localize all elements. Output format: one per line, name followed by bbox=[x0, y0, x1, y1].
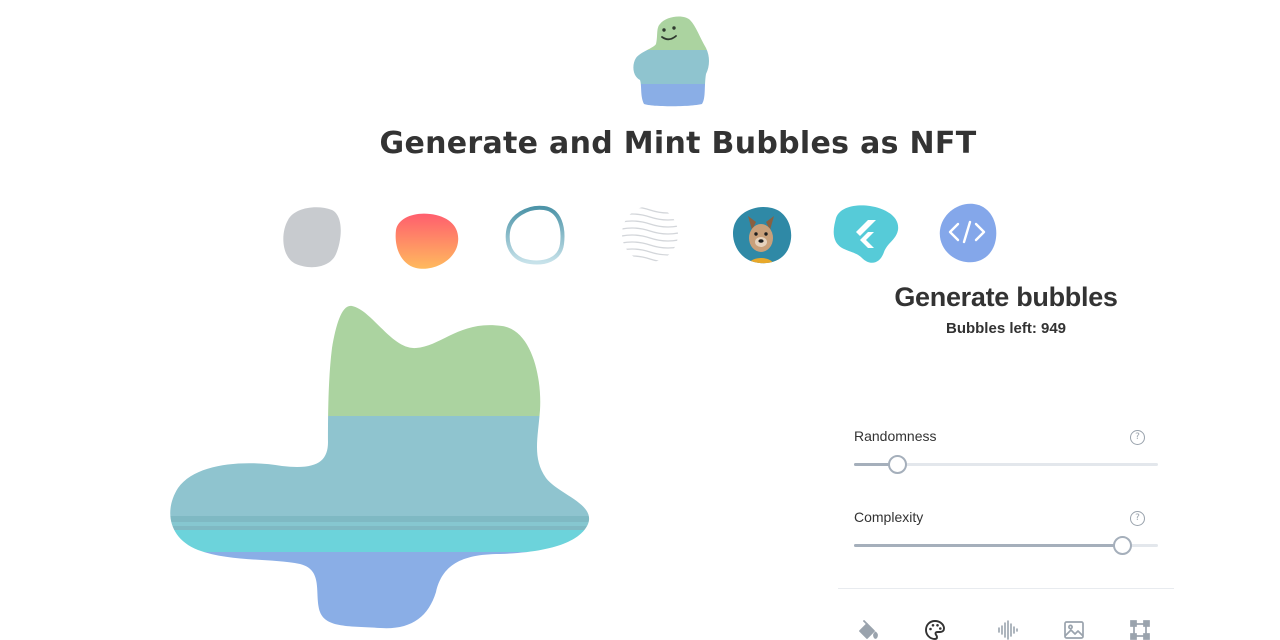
page-title: Generate and Mint Bubbles as NFT bbox=[379, 126, 977, 161]
flutter-bubble-option[interactable] bbox=[830, 200, 900, 270]
panel-title: Generate bubbles bbox=[894, 282, 1118, 312]
waveform-icon[interactable] bbox=[996, 618, 1020, 640]
randomness-label: Randomness bbox=[854, 428, 937, 444]
bubble-preview bbox=[170, 305, 590, 629]
panel-divider bbox=[838, 588, 1174, 589]
bubble-mascot-logo bbox=[633, 16, 710, 107]
randomness-help-icon[interactable]: ? bbox=[1130, 430, 1145, 445]
page: Generate and Mint Bubbles as NFT Generat… bbox=[0, 0, 1280, 640]
complexity-slider-fill bbox=[854, 544, 1122, 547]
complexity-help-icon[interactable]: ? bbox=[1130, 511, 1145, 526]
complexity-slider[interactable] bbox=[854, 536, 1158, 555]
outline-bubble-option[interactable] bbox=[500, 200, 570, 270]
preview-stripe-blue bbox=[170, 552, 590, 629]
palette-icon[interactable] bbox=[923, 618, 947, 640]
preview-stripe-cyan bbox=[170, 530, 590, 552]
code-bubble-option[interactable] bbox=[932, 200, 1002, 270]
image-bubble-option[interactable] bbox=[726, 200, 796, 270]
complexity-slider-thumb[interactable] bbox=[1112, 536, 1132, 555]
randomness-slider-thumb[interactable] bbox=[887, 455, 907, 474]
generator-panel: Generate bubbles Bubbles left: 949 Rando… bbox=[838, 280, 1174, 640]
frame-icon[interactable] bbox=[1128, 618, 1152, 640]
preview-stripe-teal bbox=[170, 416, 590, 516]
wavy-lines-bubble-option[interactable] bbox=[614, 200, 684, 270]
bubbles-left-count: Bubbles left: 949 bbox=[945, 320, 1067, 337]
preview-stripe-green bbox=[170, 305, 590, 416]
image-icon[interactable] bbox=[1062, 618, 1086, 640]
paint-bucket-icon[interactable] bbox=[856, 618, 880, 640]
randomness-slider[interactable] bbox=[854, 455, 1158, 474]
solid-gray-bubble-option[interactable] bbox=[276, 200, 346, 270]
complexity-label: Complexity bbox=[854, 509, 924, 525]
gradient-bubble-option[interactable] bbox=[390, 200, 460, 270]
